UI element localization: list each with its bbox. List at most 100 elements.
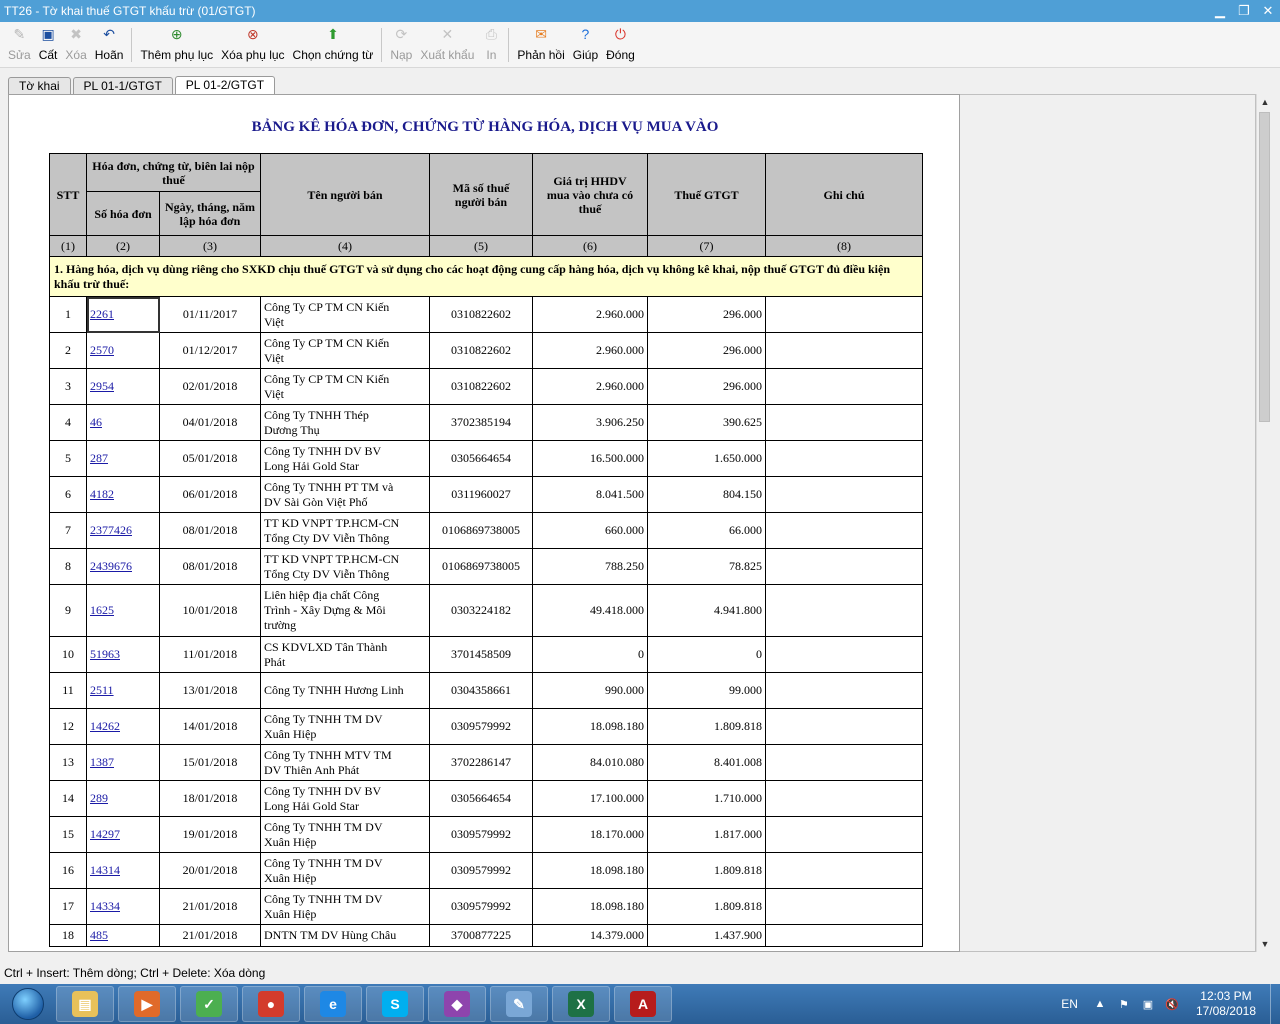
cell-value[interactable]: 660.000 <box>532 512 648 549</box>
invoice-link[interactable]: 14314 <box>90 863 120 877</box>
cell-value[interactable]: 14.379.000 <box>532 924 648 947</box>
cell-note[interactable] <box>765 672 923 709</box>
taskbar-app-8[interactable]: X <box>552 986 610 1022</box>
start-button[interactable] <box>0 984 56 1024</box>
toolbar-button-11[interactable]: ? Giúp <box>569 22 602 66</box>
cell-date[interactable]: 14/01/2018 <box>159 708 261 745</box>
toolbar-button-3[interactable]: ↶ Hoãn <box>91 22 128 66</box>
invoice-link[interactable]: 2954 <box>90 379 114 393</box>
table-row[interactable]: 13 1387 15/01/2018 Công Ty TNHH MTV TM DV Th… <box>49 744 923 781</box>
invoice-link[interactable]: 14334 <box>90 899 120 913</box>
cell-invoice-no[interactable]: 4182 <box>86 476 160 513</box>
cell-date[interactable]: 21/01/2018 <box>159 888 261 925</box>
table-row[interactable]: 11 2511 13/01/2018 Công Ty TNHH Hương Linh 0… <box>49 672 923 709</box>
cell-invoice-no[interactable]: 287 <box>86 440 160 477</box>
taskbar-app-4[interactable]: e <box>304 986 362 1022</box>
invoice-link[interactable]: 2439676 <box>90 559 132 573</box>
cell-vat[interactable]: 296.000 <box>647 296 766 333</box>
invoice-link[interactable]: 51963 <box>90 647 120 661</box>
cell-seller[interactable]: TT KD VNPT TP.HCM-CN Tổng Cty DV Viễn Thô… <box>260 548 430 585</box>
vertical-scrollbar[interactable]: ▲ ▼ <box>1256 94 1272 952</box>
cell-vat[interactable]: 1.710.000 <box>647 780 766 817</box>
cell-tax-code[interactable]: 0106869738005 <box>429 512 533 549</box>
cell-vat[interactable]: 296.000 <box>647 332 766 369</box>
invoice-link[interactable]: 289 <box>90 791 108 805</box>
cell-value[interactable]: 16.500.000 <box>532 440 648 477</box>
cell-vat[interactable]: 804.150 <box>647 476 766 513</box>
tab-0[interactable]: Tờ khai <box>8 77 71 94</box>
table-row[interactable]: 14 289 18/01/2018 Công Ty TNHH DV BV Long Hả… <box>49 780 923 817</box>
cell-tax-code[interactable]: 0304358661 <box>429 672 533 709</box>
cell-tax-code[interactable]: 0310822602 <box>429 296 533 333</box>
cell-value[interactable]: 990.000 <box>532 672 648 709</box>
cell-vat[interactable]: 1.809.818 <box>647 888 766 925</box>
cell-tax-code[interactable]: 3702286147 <box>429 744 533 781</box>
toolbar-button-5[interactable]: ⊗ Xóa phụ lục <box>217 22 288 66</box>
cell-tax-code[interactable]: 0106869738005 <box>429 548 533 585</box>
taskbar-app-5[interactable]: S <box>366 986 424 1022</box>
cell-value[interactable]: 2.960.000 <box>532 368 648 405</box>
taskbar-app-7[interactable]: ✎ <box>490 986 548 1022</box>
cell-value[interactable]: 18.098.180 <box>532 852 648 889</box>
cell-date[interactable]: 04/01/2018 <box>159 404 261 441</box>
cell-seller[interactable]: Công Ty TNHH TM DV Xuân Hiệp <box>260 816 430 853</box>
cell-vat[interactable]: 1.809.818 <box>647 708 766 745</box>
cell-invoice-no[interactable]: 1387 <box>86 744 160 781</box>
toolbar-button-0[interactable]: ✎ Sửa <box>4 22 35 66</box>
cell-seller[interactable]: Công Ty TNHH TM DV Xuân Hiệp <box>260 708 430 745</box>
cell-tax-code[interactable]: 0305664654 <box>429 780 533 817</box>
table-row[interactable]: 8 2439676 08/01/2018 TT KD VNPT TP.HCM-CN Tổ… <box>49 548 923 585</box>
cell-note[interactable] <box>765 440 923 477</box>
cell-tax-code[interactable]: 0310822602 <box>429 332 533 369</box>
cell-vat[interactable]: 1.437.900 <box>647 924 766 947</box>
scroll-thumb[interactable] <box>1259 112 1270 422</box>
cell-date[interactable]: 08/01/2018 <box>159 512 261 549</box>
cell-invoice-no[interactable]: 14334 <box>86 888 160 925</box>
cell-date[interactable]: 19/01/2018 <box>159 816 261 853</box>
cell-vat[interactable]: 4.941.800 <box>647 584 766 637</box>
cell-note[interactable] <box>765 584 923 637</box>
cell-note[interactable] <box>765 924 923 947</box>
cell-vat[interactable]: 78.825 <box>647 548 766 585</box>
cell-tax-code[interactable]: 3702385194 <box>429 404 533 441</box>
cell-date[interactable]: 02/01/2018 <box>159 368 261 405</box>
cell-value[interactable]: 2.960.000 <box>532 296 648 333</box>
cell-note[interactable] <box>765 548 923 585</box>
table-row[interactable]: 15 14297 19/01/2018 Công Ty TNHH TM DV Xuân … <box>49 816 923 853</box>
table-row[interactable]: 4 46 04/01/2018 Công Ty TNHH Thép Dương Thụ 3… <box>49 404 923 441</box>
cell-seller[interactable]: Liên hiệp địa chất Công Trình - Xây Dựng … <box>260 584 430 637</box>
cell-tax-code[interactable]: 0309579992 <box>429 888 533 925</box>
table-row[interactable]: 18 485 21/01/2018 DNTN TM DV Hùng Châu 37008… <box>49 924 923 947</box>
cell-date[interactable]: 18/01/2018 <box>159 780 261 817</box>
invoice-link[interactable]: 2511 <box>90 683 114 697</box>
cell-vat[interactable]: 8.401.008 <box>647 744 766 781</box>
cell-date[interactable]: 01/12/2017 <box>159 332 261 369</box>
cell-seller[interactable]: Công Ty CP TM CN Kiến Việt <box>260 332 430 369</box>
toolbar-button-10[interactable]: ✉ Phản hồi <box>513 22 568 66</box>
toolbar-button-9[interactable]: ⎙ In <box>478 22 504 66</box>
cell-note[interactable] <box>765 888 923 925</box>
language-indicator[interactable]: EN <box>1061 997 1078 1011</box>
invoice-link[interactable]: 485 <box>90 928 108 942</box>
cell-value[interactable]: 3.906.250 <box>532 404 648 441</box>
cell-invoice-no[interactable]: 2954 <box>86 368 160 405</box>
cell-date[interactable]: 11/01/2018 <box>159 636 261 673</box>
tray-expand-icon[interactable]: ▲ <box>1092 996 1108 1012</box>
cell-tax-code[interactable]: 0309579992 <box>429 852 533 889</box>
toolbar-button-12[interactable]: ⏻ Đóng <box>602 22 639 66</box>
cell-note[interactable] <box>765 296 923 333</box>
volume-muted-icon[interactable]: 🔇 <box>1164 996 1180 1012</box>
toolbar-button-8[interactable]: ✕ Xuất khẩu <box>416 22 478 66</box>
cell-note[interactable] <box>765 852 923 889</box>
cell-vat[interactable]: 1.650.000 <box>647 440 766 477</box>
invoice-link[interactable]: 1387 <box>90 755 114 769</box>
taskbar-app-9[interactable]: A <box>614 986 672 1022</box>
cell-date[interactable]: 01/11/2017 <box>159 296 261 333</box>
cell-seller[interactable]: Công Ty TNHH MTV TM DV Thiên Anh Phát <box>260 744 430 781</box>
taskbar-app-3[interactable]: ● <box>242 986 300 1022</box>
cell-value[interactable]: 49.418.000 <box>532 584 648 637</box>
table-row[interactable]: 9 1625 10/01/2018 Liên hiệp địa chất Công Tr… <box>49 584 923 637</box>
cell-vat[interactable]: 1.809.818 <box>647 852 766 889</box>
table-row[interactable]: 16 14314 20/01/2018 Công Ty TNHH TM DV Xuân … <box>49 852 923 889</box>
cell-seller[interactable]: Công Ty TNHH DV BV Long Hải Gold Star <box>260 440 430 477</box>
